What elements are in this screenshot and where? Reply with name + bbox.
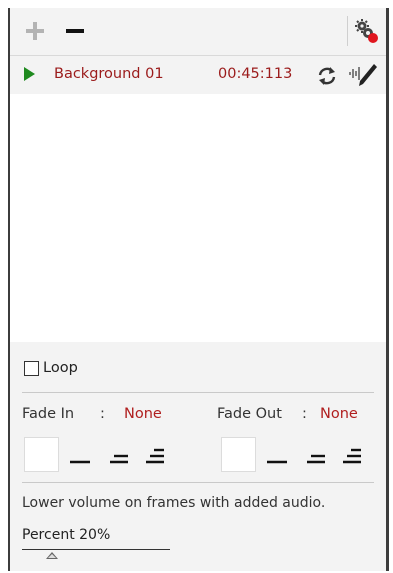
track-list[interactable]	[10, 94, 386, 342]
loop-option[interactable]: Loop	[24, 360, 78, 376]
minus-icon[interactable]	[66, 22, 84, 40]
fade-out-colon: :	[302, 406, 307, 422]
fade-in-none-option[interactable]	[24, 437, 59, 472]
divider	[22, 482, 374, 483]
plus-icon[interactable]	[26, 22, 44, 40]
fade-out-label: Fade Out	[217, 406, 282, 422]
play-icon[interactable]	[24, 67, 35, 81]
refresh-icon[interactable]	[316, 66, 338, 86]
fade-out-curve-options[interactable]	[265, 442, 365, 468]
toolbar	[10, 8, 386, 56]
lower-volume-hint: Lower volume on frames with added audio.	[22, 495, 326, 511]
volume-slider-thumb[interactable]	[46, 552, 58, 559]
track-name: Background 01	[54, 66, 164, 82]
audio-panel: Background 01 00:45:113 Loop Fade In : N…	[8, 8, 389, 571]
gear-icon[interactable]	[354, 18, 380, 44]
audio-settings: Loop Fade In : None Fade Out : None Lowe…	[10, 342, 386, 571]
divider	[22, 392, 374, 393]
fade-in-label: Fade In	[22, 406, 75, 422]
fade-out-none-option[interactable]	[221, 437, 256, 472]
toolbar-separator	[347, 16, 348, 46]
fade-out-value: None	[320, 406, 358, 422]
audio-pencil-icon[interactable]	[348, 62, 378, 88]
fade-in-curve-options[interactable]	[68, 442, 168, 468]
loop-checkbox[interactable]	[24, 360, 39, 376]
track-row[interactable]: Background 01 00:45:113	[10, 56, 386, 94]
loop-label: Loop	[43, 360, 78, 376]
track-duration: 00:45:113	[218, 66, 293, 82]
volume-slider[interactable]	[22, 549, 170, 550]
percent-label: Percent 20%	[22, 527, 111, 543]
fade-in-colon: :	[100, 406, 105, 422]
fade-in-value: None	[124, 406, 162, 422]
